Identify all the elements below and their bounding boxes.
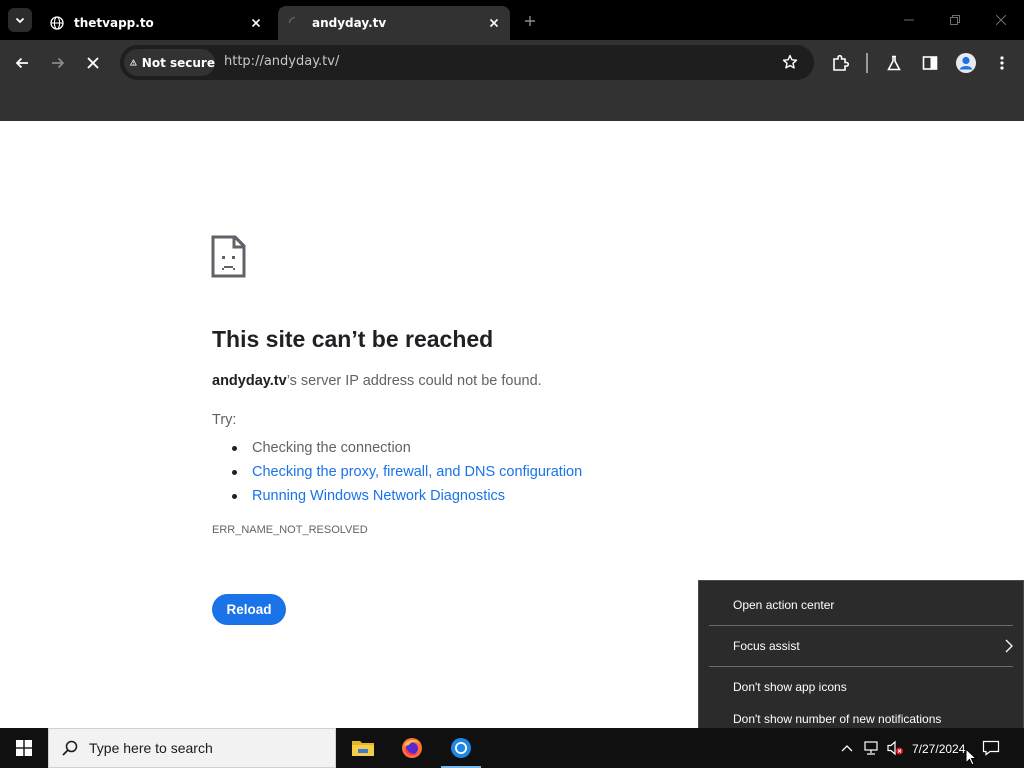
chrome-icon [451,738,471,758]
more-menu-icon [1000,56,1004,70]
taskbar-context-menu: Open action center Focus assist Don't sh… [698,580,1024,744]
volume-tray-icon[interactable] [885,738,905,758]
minimize-icon [904,19,914,21]
close-icon [996,15,1006,25]
search-placeholder: Type here to search [89,740,213,756]
forward-button[interactable] [42,47,74,79]
side-panel-button[interactable] [914,47,946,79]
side-panel-icon [922,56,938,70]
notification-icon [982,740,1000,756]
menu-item-label: Focus assist [733,639,800,653]
file-explorer-icon [352,741,374,756]
security-indicator[interactable]: Not secure [124,49,215,76]
taskbar-chrome[interactable] [437,728,485,768]
screen: thetvapp.to andyday.tv Not secure http:/… [0,0,1024,768]
tab-andyday[interactable]: andyday.tv [278,6,510,40]
plus-icon [525,16,535,26]
suggestion-text[interactable]: Running Windows Network Diagnostics [252,488,505,504]
tab-thetvapp[interactable]: thetvapp.to [40,6,272,40]
new-tab-button[interactable] [518,10,542,32]
taskbar-file-explorer[interactable] [339,728,387,768]
suggestion-check-connection: Checking the connection [232,436,582,460]
labs-flask-icon [887,55,901,71]
volume-muted-icon [887,740,903,756]
stop-button[interactable] [77,47,109,79]
suggestion-list: Checking the connection Checking the pro… [232,436,582,508]
security-label: Not secure [141,55,215,70]
labs-button[interactable] [878,47,910,79]
menu-item-open-action-center[interactable]: Open action center [699,590,1023,620]
warning-icon [130,59,137,66]
bookmark-button[interactable] [778,50,802,74]
chevron-right-icon [1005,639,1013,653]
back-button[interactable] [6,47,38,79]
minimize-button[interactable] [886,0,932,40]
tab-title: andyday.tv [312,16,387,30]
close-icon [489,18,499,28]
tab-close-button[interactable] [484,13,504,33]
show-hidden-icons-button[interactable] [837,738,857,758]
start-button[interactable] [0,728,48,768]
suggestion-network-diagnostics-link[interactable]: Running Windows Network Diagnostics [232,484,582,508]
menu-item-dont-show-app-icons[interactable]: Don't show app icons [699,672,1023,702]
windows-logo-icon [16,740,32,756]
stop-icon [87,57,99,69]
extensions-button[interactable] [824,47,856,79]
profile-avatar-icon [956,53,976,73]
menu-item-label: Don't show number of new notifications [733,712,942,726]
taskbar: Type here to search 7/27/2024 [0,728,1024,768]
reload-button[interactable]: Reload [212,594,286,625]
suggestion-text: Checking the connection [252,440,411,456]
menu-item-label: Open action center [733,598,835,612]
bookmarks-bar [0,86,1024,121]
more-menu-button[interactable] [986,47,1018,79]
try-label: Try: [212,412,237,428]
restore-icon [950,15,960,25]
error-code: ERR_NAME_NOT_RESOLVED [212,524,368,536]
globe-icon [50,16,64,30]
close-icon [251,18,261,28]
chevron-down-icon [15,17,25,24]
bullet [232,470,237,475]
taskbar-firefox[interactable] [388,728,436,768]
menu-separator [709,666,1013,667]
bullet [232,494,237,499]
menu-item-focus-assist[interactable]: Focus assist [699,631,1023,661]
tab-title: thetvapp.to [74,16,154,30]
restore-button[interactable] [932,0,978,40]
menu-item-label: Don't show app icons [733,680,847,694]
error-description-text: ’s server IP address could not be found. [286,373,542,389]
error-title: This site can’t be reached [212,326,494,352]
tab-close-button[interactable] [246,13,266,33]
error-description: andyday.tv’s server IP address could not… [212,373,542,389]
chevron-up-icon [841,745,853,752]
taskbar-search-box[interactable]: Type here to search [48,728,336,768]
firefox-icon [402,738,422,758]
url-text[interactable]: http://andyday.tv/ [224,54,339,69]
mouse-cursor-icon [965,748,977,766]
suggestion-check-proxy-link[interactable]: Checking the proxy, firewall, and DNS co… [232,460,582,484]
network-tray-icon[interactable] [861,738,881,758]
profile-button[interactable] [950,47,982,79]
toolbar-divider [866,53,868,73]
loading-spinner-icon [288,16,302,30]
back-icon [15,57,28,69]
extensions-icon [833,54,849,71]
action-center-button[interactable] [981,738,1001,758]
sad-document-icon [211,235,247,279]
suggestion-text[interactable]: Checking the proxy, firewall, and DNS co… [252,464,582,480]
menu-separator [709,625,1013,626]
tab-search-button[interactable] [8,8,32,32]
search-icon [62,740,78,756]
error-host: andyday.tv [212,373,287,389]
taskbar-clock[interactable]: 7/27/2024 [912,742,965,756]
forward-icon [52,57,65,69]
network-icon [864,741,878,755]
close-window-button[interactable] [978,0,1024,40]
tab-strip: thetvapp.to andyday.tv [0,0,1024,40]
bookmark-star-icon [782,54,798,69]
bullet [232,446,237,451]
